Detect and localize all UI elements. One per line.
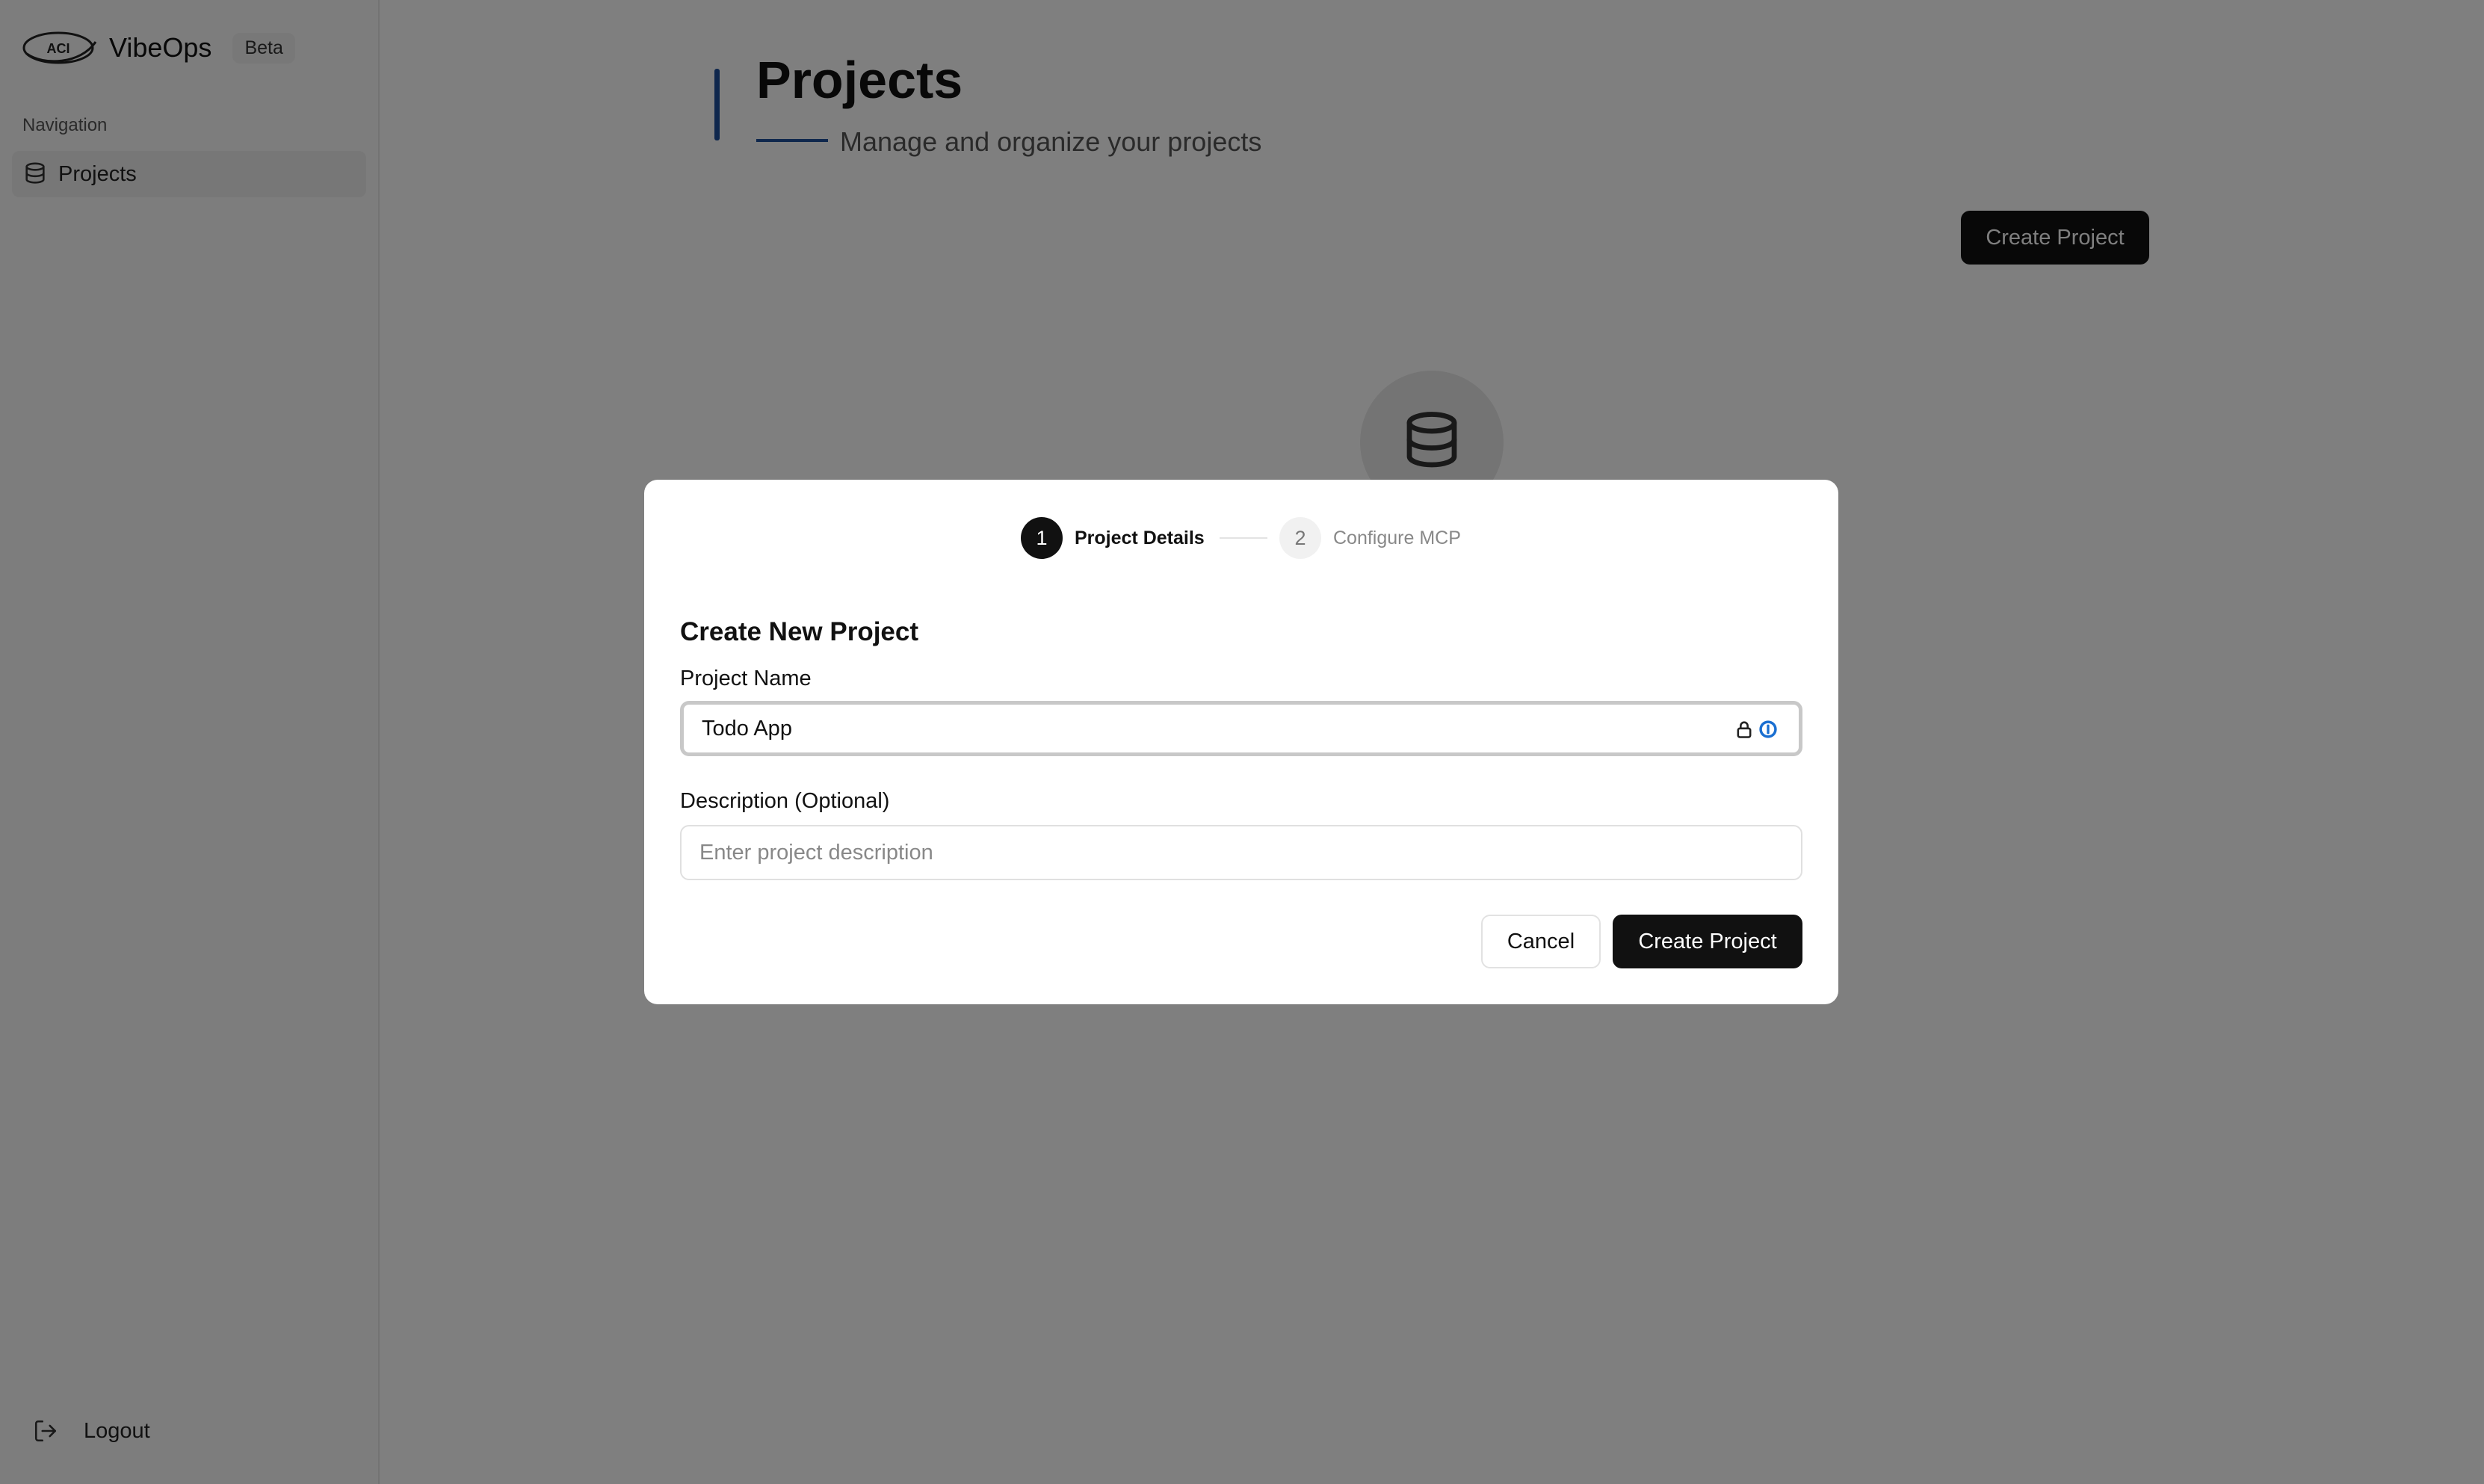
- project-name-label: Project Name: [680, 667, 812, 690]
- lock-icon[interactable]: [1734, 719, 1755, 740]
- step-2-indicator: 2: [1279, 517, 1321, 559]
- submit-create-project-button[interactable]: Create Project: [1613, 915, 1802, 968]
- step-2-label: Configure MCP: [1333, 528, 1461, 548]
- step-1-indicator: 1: [1021, 517, 1063, 559]
- password-manager-icon[interactable]: [1758, 719, 1779, 740]
- description-input[interactable]: [680, 825, 1802, 880]
- field-helper-icons[interactable]: [1734, 717, 1779, 741]
- description-label: Description (Optional): [680, 789, 890, 813]
- step-connector: [1220, 537, 1267, 539]
- project-name-input[interactable]: [680, 701, 1802, 756]
- cancel-button[interactable]: Cancel: [1481, 915, 1601, 968]
- dialog-title: Create New Project: [680, 617, 919, 646]
- step-1-label: Project Details: [1075, 528, 1205, 548]
- create-project-dialog: 1 Project Details 2 Configure MCP Create…: [644, 480, 1838, 1004]
